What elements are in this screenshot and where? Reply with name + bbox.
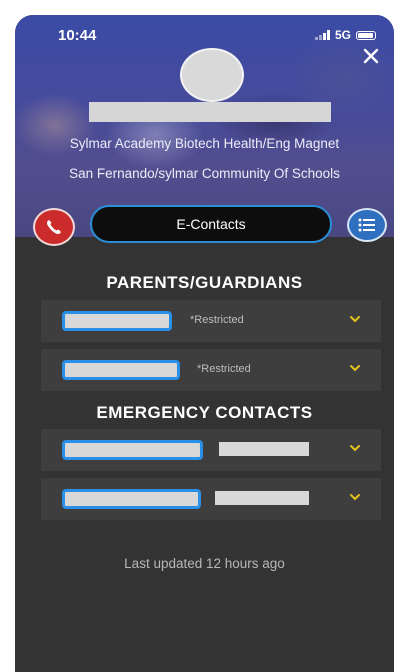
contact-name-redacted xyxy=(62,489,201,509)
parent-name-redacted xyxy=(62,311,172,331)
school-community: San Fernando/sylmar Community Of Schools xyxy=(69,166,340,181)
list-icon xyxy=(358,218,375,232)
close-icon[interactable] xyxy=(360,46,382,68)
parent-name-redacted xyxy=(62,360,180,380)
status-indicators: 5G xyxy=(314,28,376,42)
e-contacts-label: E-Contacts xyxy=(176,216,246,232)
e-contacts-tab[interactable]: E-Contacts xyxy=(90,205,332,243)
emergency-contact-row[interactable] xyxy=(41,478,381,520)
call-button[interactable] xyxy=(33,208,75,246)
contact-name-redacted xyxy=(62,440,203,460)
chevron-down-icon[interactable] xyxy=(349,313,361,325)
emergency-contacts-heading: EMERGENCY CONTACTS xyxy=(96,403,313,422)
parents-guardians-heading: PARENTS/GUARDIANS xyxy=(106,273,303,292)
contact-relationship-redacted xyxy=(219,442,309,456)
restricted-label: *Restricted xyxy=(197,363,251,375)
avatar xyxy=(180,48,244,102)
network-label: 5G xyxy=(334,28,351,42)
last-updated-text: Last updated 12 hours ago xyxy=(124,556,285,571)
contact-relationship-redacted xyxy=(215,491,309,505)
chevron-down-icon[interactable] xyxy=(349,442,361,454)
restricted-label: *Restricted xyxy=(190,314,244,326)
chevron-down-icon[interactable] xyxy=(349,491,361,503)
phone-screen: 10:44 5G Sylmar Academy Biotech Health/E… xyxy=(15,15,394,672)
status-time: 10:44 xyxy=(58,27,97,44)
list-button[interactable] xyxy=(347,208,387,242)
student-name-redacted xyxy=(89,102,331,122)
chevron-down-icon[interactable] xyxy=(349,362,361,374)
emergency-contact-row[interactable] xyxy=(41,429,381,471)
parent-row[interactable]: *Restricted xyxy=(41,300,381,342)
parent-row[interactable]: *Restricted xyxy=(41,349,381,391)
battery-icon xyxy=(356,30,376,40)
school-name: Sylmar Academy Biotech Health/Eng Magnet xyxy=(69,136,340,151)
signal-icon xyxy=(314,30,330,40)
phone-icon xyxy=(47,220,61,234)
